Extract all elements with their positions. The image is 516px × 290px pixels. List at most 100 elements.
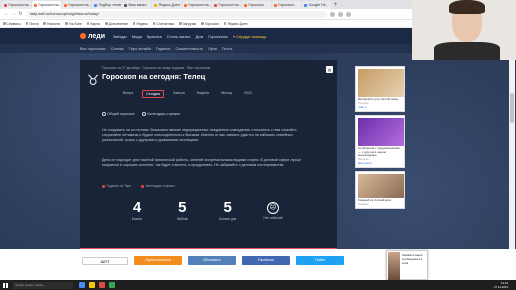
browser-icon[interactable] xyxy=(99,282,105,288)
bookmark-icon xyxy=(132,22,136,25)
clock-date: 27.12.2021 xyxy=(494,284,508,289)
site-nav-item[interactable]: Красота xyxy=(147,34,162,39)
browser-tab[interactable]: Гороскоп... xyxy=(272,1,301,9)
share-twitter-button[interactable]: Twitter xyxy=(296,256,344,265)
bookmark-item[interactable]: Яндекс.Дзен xyxy=(223,21,248,26)
period-tab[interactable]: 2021 xyxy=(241,90,255,98)
breadcrumb[interactable]: Гороскоп на 27 декабря · Гороскоп по зна… xyxy=(102,66,210,70)
period-tab[interactable]: Месяц xyxy=(218,90,235,98)
bookmark-item[interactable]: Сервисы xyxy=(3,22,21,26)
bookmark-item[interactable]: Гороскоп xyxy=(201,22,219,26)
browser-tab[interactable]: Гороскоп на... xyxy=(2,1,31,9)
period-tab[interactable]: Вчера xyxy=(120,90,136,98)
ad-link[interactable]: mail.ru xyxy=(358,105,402,109)
haircut-calendar-link[interactable]: Календарь стрижек xyxy=(142,112,180,116)
sub-nav-item[interactable]: Таро онлайн xyxy=(129,47,151,51)
browser-tab[interactable]: Google Пе... xyxy=(302,1,331,9)
webcam-person-body xyxy=(434,42,500,60)
site-header: леди Звёзды Мода Красота Стиль жизни Дом Горо… xyxy=(0,28,412,44)
tab-label: Гороскоп на... xyxy=(68,3,92,7)
back-icon[interactable]: ← xyxy=(3,11,10,17)
sub-nav-item[interactable]: Все гороскопы xyxy=(80,47,106,51)
ad-image[interactable] xyxy=(358,174,404,199)
site-logo[interactable]: леди xyxy=(80,33,105,40)
ad-link[interactable]: lady.mail.ru xyxy=(358,161,402,165)
share-vk-button[interactable]: ВКонтакте xyxy=(188,256,236,265)
url-input[interactable]: lady.mail.ru/horoscope/sign/taurus/today… xyxy=(27,10,327,18)
browser-tab[interactable]: Гороскоп на... xyxy=(32,1,61,9)
windows-start-icon[interactable] xyxy=(3,282,8,288)
bookmark-label: Яндекс.Дзен xyxy=(227,21,248,26)
rating-value: 5 xyxy=(178,199,187,216)
ad-block[interactable]: Сообщения с уведомлениями — с другом в о… xyxy=(355,114,405,169)
browser-tab[interactable]: Гороскоп на... xyxy=(182,1,211,9)
site-nav-item[interactable]: Дом xyxy=(195,34,203,39)
taskbar-clock[interactable]: 13:01 27.12.2021 xyxy=(494,280,508,290)
bookmark-item[interactable]: Дополнение xyxy=(105,22,128,26)
sub-nav-item[interactable]: Луна xyxy=(208,47,217,51)
sub-nav-item[interactable]: Тесты xyxy=(222,47,233,51)
general-horoscope-link[interactable]: Общий гороскоп xyxy=(102,112,134,116)
period-tab[interactable]: Завтра xyxy=(170,90,188,98)
bookmark-icon xyxy=(25,22,29,25)
bookmark-item[interactable]: Яндекс xyxy=(132,22,148,26)
browser-tab[interactable]: Гороскоп на... xyxy=(212,1,241,9)
browser-tab[interactable]: Яндекс.Дзен xyxy=(152,1,181,9)
extension-icon[interactable] xyxy=(346,11,351,17)
bookmark-label: Загрузки xyxy=(182,21,197,26)
dot-icon xyxy=(102,184,105,188)
sub-nav-item[interactable]: Гадания xyxy=(156,47,171,51)
site-nav-item[interactable]: Стиль жизни xyxy=(167,34,191,39)
folder-icon[interactable] xyxy=(89,282,95,288)
haircut-link[interactable]: Календарь стрижек xyxy=(141,184,175,188)
taskbar-app-icon[interactable] xyxy=(79,282,85,288)
chat-popup[interactable]: Оживите ваши сообщения в 1 клик xyxy=(386,250,428,280)
site-nav-item[interactable]: Гороскопы xyxy=(208,34,228,39)
reload-icon[interactable]: ↻ xyxy=(17,11,24,17)
chat-popup-text[interactable]: Оживите ваши сообщения в 1 клик xyxy=(402,253,428,265)
extension-icon[interactable] xyxy=(338,11,343,17)
bookmark-item[interactable]: YouTube xyxy=(65,22,82,26)
ad-title[interactable]: Сообщения с уведомлениями — с другом в о… xyxy=(358,146,402,158)
bookmark-item[interactable]: Новости xyxy=(43,22,60,26)
ad-image[interactable] xyxy=(358,117,404,146)
bookmark-item[interactable]: Статистика xyxy=(152,22,174,26)
site-nav-item[interactable]: Звёзды xyxy=(113,34,127,39)
ad-block[interactable]: Kаждый из Сопкайлера Реклама xyxy=(355,171,405,209)
related-links: Гадание на Таро Календарь стрижек xyxy=(102,184,185,188)
taskbar-search[interactable]: Чтобы начать поиск... xyxy=(13,281,73,289)
rating-value: 5 xyxy=(223,199,232,216)
browser-tab[interactable]: Ваш канал xyxy=(122,1,151,9)
tab-label: Гороскоп на... xyxy=(188,3,212,7)
bookmark-icon xyxy=(86,22,90,25)
site-nav-heart-link[interactable]: ♥Сердце-помощь xyxy=(233,34,267,39)
ad-block[interactable]: Выбирайте для тёплой зимы Реклама mail.r… xyxy=(355,66,405,112)
period-tab[interactable]: Сегодня xyxy=(142,90,164,98)
period-tab[interactable]: Неделя xyxy=(194,90,213,98)
site-nav-item[interactable]: Мода xyxy=(132,34,142,39)
tab-favicon-icon xyxy=(154,3,157,7)
ad-image[interactable] xyxy=(358,69,404,97)
scrollbar-thumb[interactable] xyxy=(510,93,514,123)
forward-icon[interactable]: → xyxy=(10,11,17,17)
print-icon[interactable]: ▤ xyxy=(326,66,333,73)
ad-column: Выбирайте для тёплой зимы Реклама mail.r… xyxy=(355,66,405,212)
bookmark-item[interactable]: Карты xyxy=(86,22,100,26)
browser-tab[interactable]: Подбор тегов... xyxy=(92,1,121,9)
bookmark-item[interactable]: Загрузки xyxy=(179,22,196,26)
bookmark-label: Дополнение xyxy=(108,21,128,26)
scrollbar[interactable] xyxy=(509,53,515,249)
browser-tab[interactable]: Гороскоп на... xyxy=(62,1,91,9)
new-tab-button[interactable]: + xyxy=(332,1,339,9)
share-facebook-button[interactable]: Facebook xyxy=(242,256,290,265)
tarot-link[interactable]: Гадание на Таро xyxy=(102,184,131,188)
chrome-icon[interactable] xyxy=(109,282,115,288)
extension-icon[interactable] xyxy=(330,11,335,17)
bookmark-icon xyxy=(43,22,46,25)
sub-nav-item[interactable]: Сонник xyxy=(111,47,124,51)
browser-tab[interactable]: Гороскоп xyxy=(242,1,271,9)
haircut-calendar-label: Календарь стрижек xyxy=(147,112,180,116)
share-ok-button[interactable]: Одноклассники xyxy=(134,256,182,265)
sub-nav-item[interactable]: Совместимость xyxy=(175,47,203,51)
bookmark-item[interactable]: Почта xyxy=(25,22,38,26)
